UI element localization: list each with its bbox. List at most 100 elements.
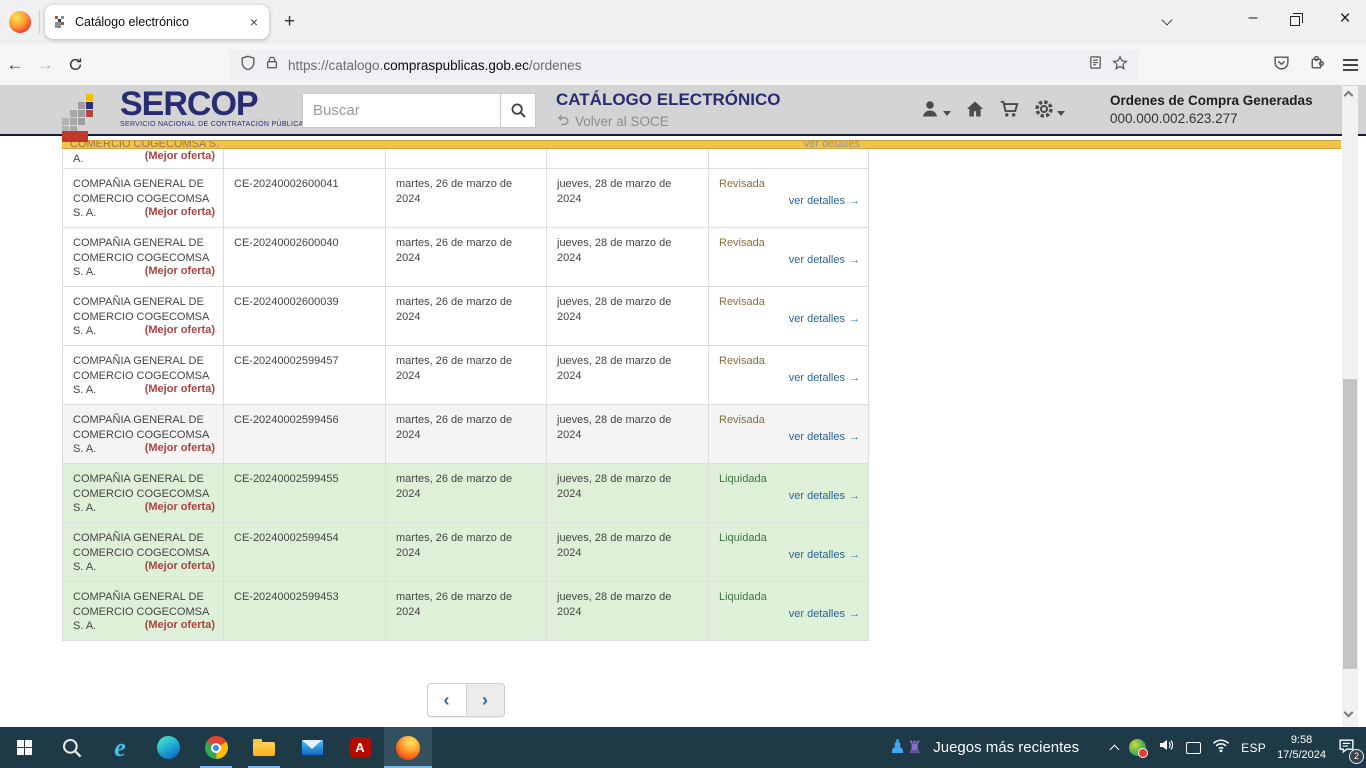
cart-button[interactable] [999, 99, 1020, 119]
browser-tab[interactable]: Catálogo electrónico × [45, 5, 269, 39]
prev-page-button[interactable]: ‹ [428, 684, 466, 716]
supplier-name-cut: COMERCIO COGECOMSA S. [70, 140, 219, 149]
scroll-down-icon[interactable] [1344, 708, 1354, 718]
pagination: ‹ › [62, 683, 869, 717]
language-indicator[interactable]: ESP [1241, 741, 1266, 755]
details-link[interactable]: ver detalles→ [789, 194, 860, 209]
table-row: COMPAÑIA GENERAL DE COMERCIO COGECOMSA S… [63, 464, 868, 523]
pocket-icon[interactable] [1273, 54, 1290, 76]
best-offer-badge: (Mejor oferta) [145, 441, 215, 456]
news-widget[interactable]: ♟ ♜ Juegos más recientes [883, 727, 1085, 768]
edge-icon[interactable] [144, 727, 192, 768]
start-date: martes, 26 de marzo de 2024 [386, 287, 547, 345]
details-link[interactable]: ver detalles→ [789, 253, 860, 268]
tray-expand-chevron-icon[interactable] [1110, 744, 1120, 754]
site-favicon-icon [53, 15, 67, 29]
window-close-button[interactable]: × [1332, 8, 1358, 30]
internet-explorer-icon[interactable]: e [96, 727, 144, 768]
order-code: CE-20240002599457 [224, 346, 386, 404]
table-row: COMPAÑIA GENERAL DE COMERCIO COGECOMSA S… [63, 405, 868, 464]
file-explorer-icon[interactable] [240, 727, 288, 768]
end-date: jueves, 28 de marzo de 2024 [547, 346, 709, 404]
start-button[interactable] [0, 727, 48, 768]
scrollbar-thumb[interactable] [1343, 379, 1357, 669]
lock-icon[interactable] [265, 55, 279, 75]
taskbar-search-button[interactable] [48, 727, 96, 768]
details-link-cut[interactable]: ver detalles [804, 140, 860, 149]
site-header: SERCOP SERVICIO NACIONAL DE CONTRATACIÓN… [0, 86, 1366, 136]
clock-time: 9:58 [1277, 733, 1326, 748]
tab-list-chevron-icon[interactable] [1161, 14, 1172, 25]
action-center-icon[interactable]: 2 [1337, 737, 1356, 759]
search-button[interactable] [500, 93, 536, 128]
search-input[interactable] [302, 93, 500, 128]
arrow-right-icon: → [849, 490, 860, 502]
best-offer-badge: (Mejor oferta) [145, 559, 215, 574]
volume-icon[interactable] [1157, 737, 1175, 758]
best-offer-badge: (Mejor oferta) [145, 205, 215, 220]
taskbar: e A ♟ ♜ Juegos más recientes ESP 9:58 17 [0, 727, 1366, 768]
chrome-icon[interactable] [192, 727, 240, 768]
start-date: martes, 26 de marzo de 2024 [386, 523, 547, 581]
menu-hamburger-icon[interactable] [1343, 64, 1358, 66]
tab-close-icon[interactable]: × [247, 14, 261, 30]
bookmark-star-icon[interactable] [1112, 55, 1128, 76]
page-scrollbar[interactable] [1342, 86, 1358, 727]
user-menu-button[interactable] [920, 99, 951, 119]
reader-mode-icon[interactable] [1088, 55, 1103, 75]
url-bar[interactable]: https://catalogo.compraspublicas.gob.ec/… [230, 50, 1138, 80]
wifi-icon[interactable] [1212, 738, 1230, 758]
table-row: COMPAÑIA GENERAL DE COMERCIO COGECOMSA S… [63, 287, 868, 346]
firefox-logo-icon[interactable] [9, 11, 31, 33]
details-link[interactable]: ver detalles→ [789, 548, 860, 563]
home-button[interactable] [965, 99, 985, 119]
details-link[interactable]: ver detalles→ [789, 312, 860, 327]
sercop-logo[interactable]: SERCOP SERVICIO NACIONAL DE CONTRATACIÓN… [120, 87, 304, 128]
chess-rook-icon: ♜ [907, 739, 922, 756]
browser-window: Catálogo electrónico × + – × ← → https:/… [0, 0, 1366, 768]
settings-gear-button[interactable] [1034, 99, 1065, 119]
best-offer-badge: (Mejor oferta) [145, 149, 215, 164]
antivirus-tray-icon[interactable] [1129, 739, 1146, 756]
table-row: COMPAÑIA GENERAL DE COMERCIO COGECOMSA S… [63, 346, 868, 405]
details-link[interactable]: ver detalles→ [789, 371, 860, 386]
window-restore-button[interactable] [1290, 16, 1300, 26]
extensions-puzzle-icon[interactable] [1308, 54, 1325, 76]
scroll-up-icon[interactable] [1344, 91, 1354, 101]
firefox-taskbar-icon[interactable] [384, 727, 432, 768]
url-text[interactable]: https://catalogo.compraspublicas.gob.ec/… [288, 58, 581, 73]
mail-icon[interactable] [288, 727, 336, 768]
back-to-soce-link[interactable]: Volver al SOCE [556, 113, 780, 129]
order-code: CE-20240002599454 [224, 523, 386, 581]
reload-button[interactable] [60, 57, 90, 72]
browser-navbar: ← → https://catalogo.compraspublicas.gob… [0, 44, 1366, 86]
best-offer-badge: (Mejor oferta) [145, 500, 215, 515]
page-title: CATÁLOGO ELECTRÓNICO [556, 90, 780, 110]
new-tab-button[interactable]: + [284, 11, 295, 33]
best-offer-badge: (Mejor oferta) [145, 618, 215, 633]
arrow-right-icon: → [849, 431, 860, 443]
chevron-down-icon [1057, 111, 1065, 116]
chevron-down-icon [943, 111, 951, 116]
supplier-name: A. [73, 153, 83, 165]
next-page-button[interactable]: › [466, 684, 504, 716]
highlighted-row-band: COMERCIO COGECOMSA S. ver detalles [62, 140, 1341, 149]
details-link[interactable]: ver detalles→ [789, 430, 860, 445]
window-minimize-button[interactable]: – [1240, 9, 1266, 27]
status-text: Revisada [719, 295, 765, 310]
end-date: jueves, 28 de marzo de 2024 [547, 523, 709, 581]
page-viewport: SERCOP SERVICIO NACIONAL DE CONTRATACIÓN… [0, 86, 1366, 727]
back-button[interactable]: ← [0, 55, 30, 75]
start-date: martes, 26 de marzo de 2024 [386, 405, 547, 463]
details-link[interactable]: ver detalles→ [789, 489, 860, 504]
tab-separator [39, 10, 40, 34]
table-row-partial: A. (Mejor oferta) [63, 149, 868, 169]
logo-subtitle: SERVICIO NACIONAL DE CONTRATACIÓN PÚBLIC… [120, 121, 304, 128]
connect-display-icon[interactable] [1186, 742, 1201, 754]
taskbar-clock[interactable]: 9:58 17/5/2024 [1277, 733, 1326, 763]
notification-badge: 2 [1349, 749, 1364, 764]
acrobat-icon[interactable]: A [336, 727, 384, 768]
orders-generated-number: 000.000.002.623.277 [1110, 111, 1350, 126]
details-link[interactable]: ver detalles→ [789, 607, 860, 622]
shield-icon[interactable] [240, 55, 256, 76]
